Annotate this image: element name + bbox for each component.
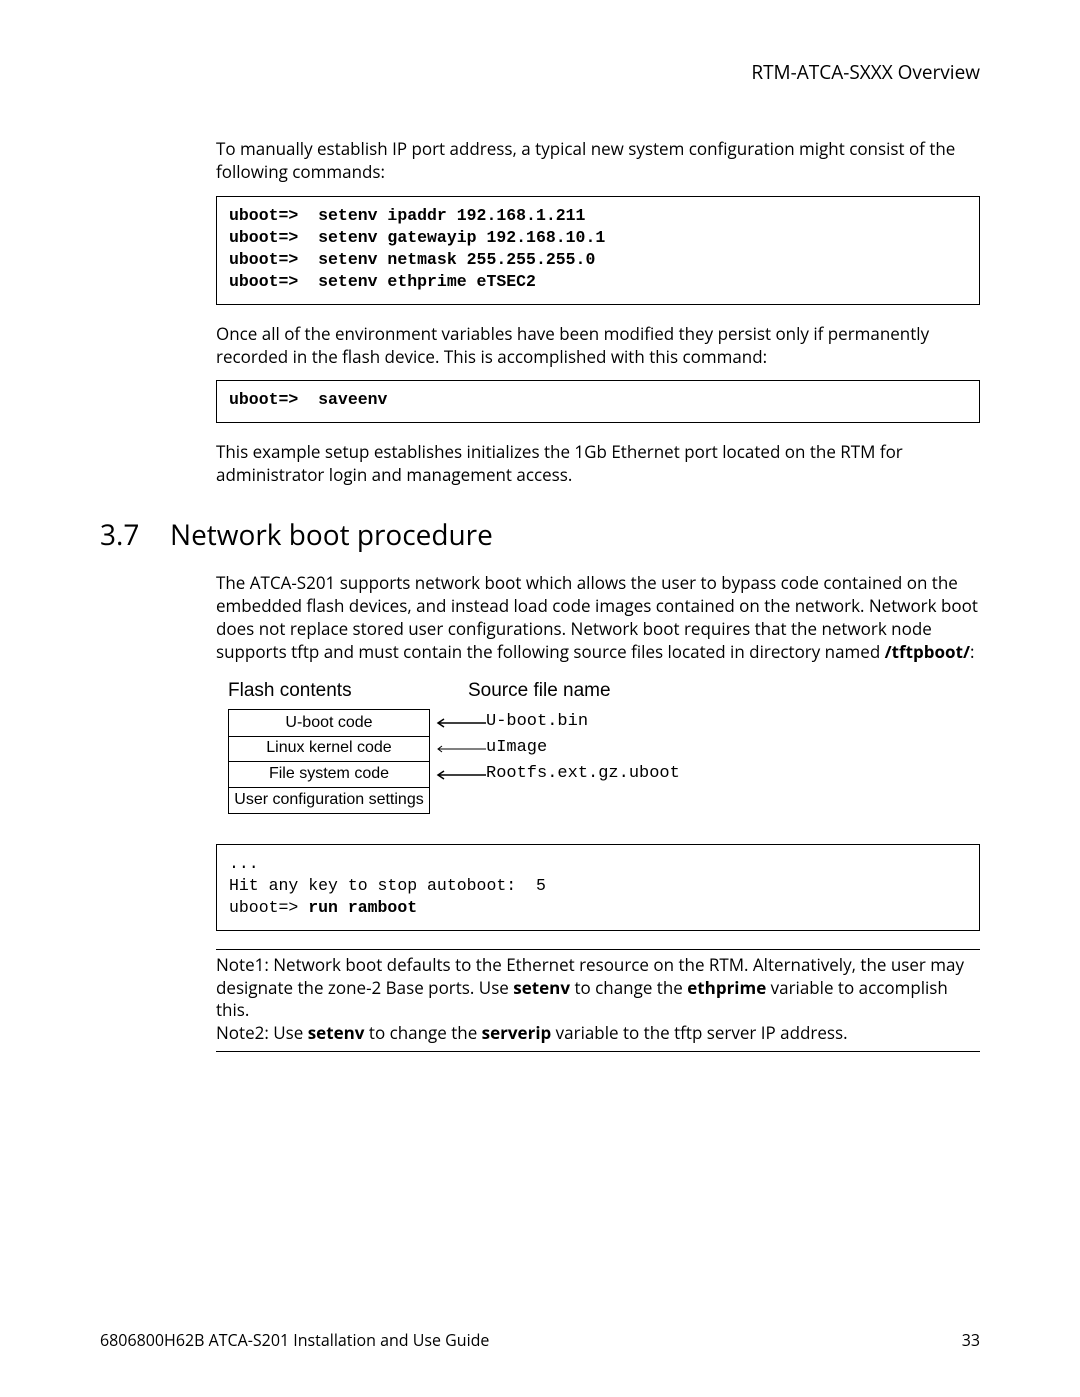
code-cmd: run ramboot — [308, 898, 417, 917]
section-heading: 3.7 Network boot procedure — [100, 517, 980, 555]
flash-cell-kernel: Linux kernel code — [228, 735, 430, 762]
footer-left: 6806800H62B ATCA-S201 Installation and U… — [100, 1330, 489, 1352]
page-footer: 6806800H62B ATCA-S201 Installation and U… — [100, 1330, 980, 1352]
body-column: To manually establish IP port address, a… — [216, 138, 980, 487]
cmd-setenv: setenv — [308, 1021, 365, 1044]
diagram-header-right: Source file name — [468, 678, 611, 704]
source-file-uboot: U-boot.bin — [486, 711, 588, 734]
footer-page-number: 33 — [962, 1330, 980, 1352]
note-2: Note2: Use setenv to change the serverip… — [216, 1022, 980, 1045]
note-1: Note1: Network boot defaults to the Ethe… — [216, 954, 980, 1023]
code-text: uboot=> setenv ipaddr 192.168.1.211 uboo… — [229, 206, 605, 292]
var-ethprime: ethprime — [687, 976, 766, 999]
notes-block: Note1: Network boot defaults to the Ethe… — [216, 949, 980, 1053]
page-header: RTM-ATCA-SXXX Overview — [100, 60, 980, 86]
diagram-row: User configuration settings — [228, 788, 980, 814]
txt: to change the — [364, 1021, 481, 1044]
diagram-row: Linux kernel code uImage — [228, 736, 980, 762]
code-block-ipconfig: uboot=> setenv ipaddr 192.168.1.211 uboo… — [216, 196, 980, 305]
flash-diagram: Flash contents Source file name U-boot c… — [228, 678, 980, 814]
persist-paragraph: Once all of the environment variables ha… — [216, 323, 980, 369]
arrow-icon — [430, 770, 486, 780]
example-paragraph: This example setup establishes initializ… — [216, 441, 980, 487]
cmd-setenv: setenv — [513, 976, 570, 999]
source-file-uimage: uImage — [486, 737, 547, 760]
flash-cell-uboot: U-boot code — [228, 709, 430, 737]
var-serverip: serverip — [482, 1021, 552, 1044]
flash-cell-filesystem: File system code — [228, 761, 430, 788]
header-title: RTM-ATCA-SXXX Overview — [751, 59, 980, 85]
tftpboot-path: /tftpboot/ — [885, 640, 970, 663]
arrow-icon — [430, 744, 486, 754]
section-title: Network boot procedure — [170, 517, 493, 555]
netboot-paragraph: The ATCA-S201 supports network boot whic… — [216, 572, 980, 664]
code-block-ramboot: ... Hit any key to stop autoboot: 5 uboo… — [216, 844, 980, 931]
diagram-headers: Flash contents Source file name — [228, 678, 980, 704]
diagram-row: File system code Rootfs.ext.gz.uboot — [228, 762, 980, 788]
txt: variable to the tftp server IP address. — [551, 1021, 847, 1044]
code-text: uboot=> saveenv — [229, 390, 387, 409]
arrow-icon — [430, 718, 486, 728]
txt: : — [970, 640, 974, 663]
txt: The ATCA-S201 supports network boot whic… — [216, 571, 978, 663]
source-file-rootfs: Rootfs.ext.gz.uboot — [486, 763, 680, 786]
diagram-header-left: Flash contents — [228, 678, 428, 704]
body-column-2: The ATCA-S201 supports network boot whic… — [216, 572, 980, 1052]
page: RTM-ATCA-SXXX Overview To manually estab… — [0, 0, 1080, 1397]
code-block-saveenv: uboot=> saveenv — [216, 380, 980, 422]
diagram-row: U-boot code U-boot.bin — [228, 710, 980, 736]
flash-cell-userconfig: User configuration settings — [228, 787, 430, 814]
txt: Note2: Use — [216, 1021, 308, 1044]
section-number: 3.7 — [100, 517, 170, 555]
intro-paragraph: To manually establish IP port address, a… — [216, 138, 980, 184]
txt: to change the — [570, 976, 687, 999]
